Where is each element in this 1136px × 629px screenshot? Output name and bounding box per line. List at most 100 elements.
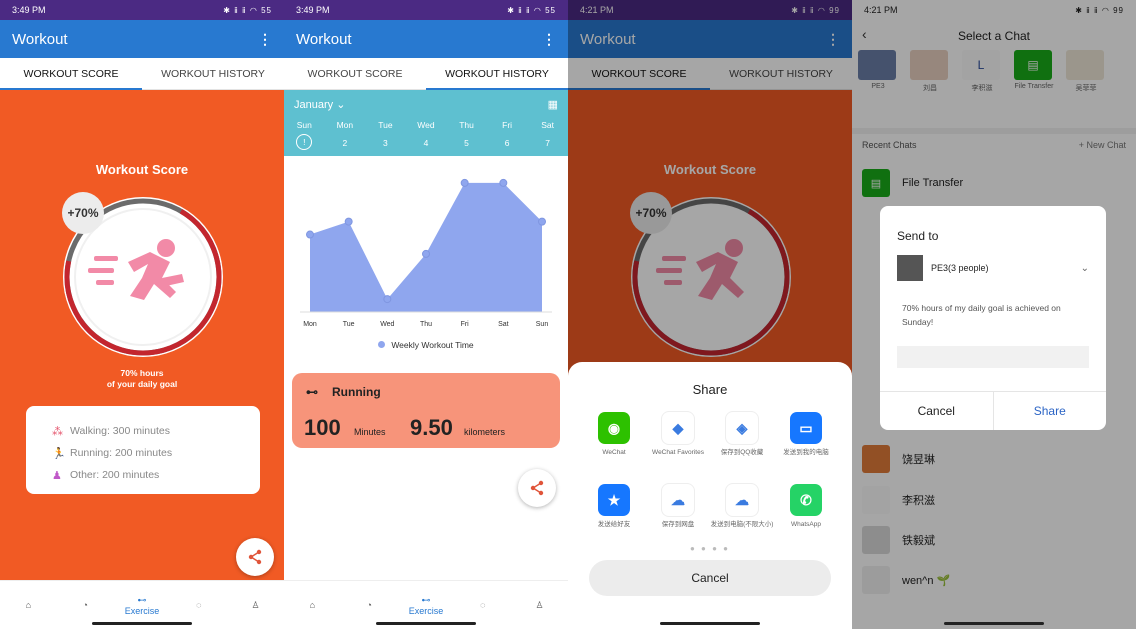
tab-bar: WORKOUT SCORE WORKOUT HISTORY xyxy=(284,58,568,90)
share-message: 70% hours of my daily goal is achieved o… xyxy=(902,303,1061,327)
data-point xyxy=(422,249,430,258)
x-tick-label: Sat xyxy=(498,321,509,328)
share-target-label: 保存到QQ收藏 xyxy=(720,449,764,456)
share-target-label: 发送给好友 xyxy=(597,521,631,528)
nav-profile[interactable]: ♙ xyxy=(227,581,284,629)
share-target[interactable]: ★ 发送给好友 xyxy=(582,484,646,548)
share-target-label: 发送到电脑(不限大小) xyxy=(710,521,774,528)
cancel-button[interactable]: Cancel xyxy=(589,560,831,596)
share-target[interactable]: ▭ 发送到我的电脑 xyxy=(774,412,838,476)
share-target[interactable]: ☁ 发送到电脑(不限大小) xyxy=(710,484,774,548)
activity-card: ⁂ Walking: 300 minutes 🏃 Running: 200 mi… xyxy=(26,406,260,494)
tab-workout-score[interactable]: WORKOUT SCORE xyxy=(0,58,142,90)
data-point xyxy=(460,178,469,187)
stat-other-label: Other: 200 minutes xyxy=(70,469,160,481)
day-sun[interactable]: Sun! xyxy=(287,120,321,150)
share-target[interactable]: ◉ WeChat xyxy=(582,412,646,476)
wechat-favorites-icon: ◆ xyxy=(662,412,694,444)
stat-running: 🏃 Running: 200 minutes xyxy=(52,442,260,464)
screen-workout-history: 3:49 PM ✱ ⅱ ⅱ ◠ 55 Workout ⋮ WORKOUT SCO… xyxy=(284,0,568,629)
run-km-unit: kilometers xyxy=(464,427,506,437)
share-target[interactable]: ◆ WeChat Favorites xyxy=(646,412,710,476)
running-icon: 🏃 xyxy=(52,447,66,460)
data-point xyxy=(306,230,314,239)
nav-profile[interactable]: ♙ xyxy=(511,581,568,629)
send-dialog: Send to PE3(3 people) ⌄ 70% hours of my … xyxy=(880,206,1106,430)
day-name: Tue xyxy=(378,120,393,130)
day-wed[interactable]: Wed 4 xyxy=(409,120,443,150)
dumbbell-icon: ⊷ xyxy=(421,594,431,605)
share-target-label: WeChat xyxy=(602,449,626,456)
recipient-selector[interactable]: PE3(3 people) ⌄ xyxy=(897,254,1089,282)
more-menu-icon[interactable]: ⋮ xyxy=(542,31,556,48)
screen-share-sheet: 4:21 PM ✱ ⅱ ⅱ ◠ 99 Workout ⋮ WORKOUT SCO… xyxy=(568,0,852,629)
data-point xyxy=(499,178,508,187)
day-name: Sat xyxy=(541,120,555,130)
share-sheet: Share ◉ WeChat ◆ WeChat Favorites ◈ 保存到QQ收藏 ▭ 发… xyxy=(568,362,852,629)
pie-chart-icon: ◔ xyxy=(82,600,88,610)
dialog-actions: Cancel Share xyxy=(880,391,1106,430)
page-indicator: ● ● ● ● xyxy=(690,544,730,553)
send-to-pc-icon: ▭ xyxy=(790,412,822,444)
day-mon[interactable]: Mon 2 xyxy=(328,120,362,150)
gesture-bar xyxy=(944,622,1044,625)
share-target-label: WeChat Favorites xyxy=(652,449,704,456)
tab-workout-history[interactable]: WORKOUT HISTORY xyxy=(426,58,568,90)
day-tue[interactable]: Tue 3 xyxy=(368,120,402,150)
tab-workout-history[interactable]: WORKOUT HISTORY xyxy=(142,58,284,89)
chat-icon: ◌ xyxy=(196,600,202,610)
x-tick-label: Sun xyxy=(536,321,549,328)
share-button[interactable] xyxy=(236,538,274,576)
nav-exercise-label: Exercise xyxy=(124,605,160,616)
running-card[interactable]: ⊷ Running 100 Minutes 9.50 kilometers xyxy=(292,373,560,448)
more-menu-icon[interactable]: ⋮ xyxy=(258,31,272,48)
send-to-pc-unlimited-icon: ☁ xyxy=(726,484,758,516)
share-title: Share xyxy=(692,382,728,397)
run-minutes-unit: Minutes xyxy=(354,427,386,437)
chart-legend: Weekly Workout Time xyxy=(284,340,568,350)
day-number: 5 xyxy=(464,138,469,148)
calendar-icon[interactable]: ▦ xyxy=(548,98,558,111)
day-name: Fri xyxy=(502,120,513,130)
share-button[interactable] xyxy=(518,469,556,507)
chevron-down-icon: ⌄ xyxy=(336,99,346,111)
share-confirm-button[interactable]: Share xyxy=(994,392,1107,430)
whatsapp-icon: ✆ xyxy=(790,484,822,516)
nav-home[interactable]: ⌂ xyxy=(284,581,341,629)
week-calendar: January ⌄ ▦ Sun! Mon 2 Tue 3 Wed 4 Thu 5 Fri 6 Sat 7 xyxy=(284,90,568,156)
share-target[interactable]: ✆ WhatsApp xyxy=(774,484,838,548)
person-icon: ♟ xyxy=(52,469,62,482)
day-sat[interactable]: Sat 7 xyxy=(531,120,565,150)
day-number: 7 xyxy=(545,138,551,148)
day-fri[interactable]: Fri 6 xyxy=(490,120,524,150)
share-target[interactable]: ◈ 保存到QQ收藏 xyxy=(710,412,774,476)
data-point xyxy=(538,217,546,226)
share-icon xyxy=(248,549,262,565)
day-number: ! xyxy=(296,134,313,150)
app-bar: Workout ⋮ xyxy=(0,20,284,58)
status-bar: 3:49 PM ✱ ⅱ ⅱ ◠ 55 xyxy=(284,0,568,20)
message-input[interactable] xyxy=(897,346,1089,368)
gesture-bar xyxy=(92,622,192,625)
share-target-label: WhatsApp xyxy=(791,521,821,528)
month-label: January xyxy=(294,99,334,111)
month-selector[interactable]: January ⌄ xyxy=(294,98,345,111)
series-area xyxy=(310,182,542,312)
day-name: Mon xyxy=(336,120,354,130)
avatar xyxy=(897,255,923,281)
day-name: Thu xyxy=(459,120,474,130)
day-name: Wed xyxy=(417,120,435,130)
day-thu[interactable]: Thu 5 xyxy=(450,120,484,150)
nav-home[interactable]: ⌂ xyxy=(0,581,57,629)
cancel-button[interactable]: Cancel xyxy=(880,392,994,430)
share-target-label: 发送到我的电脑 xyxy=(783,449,829,456)
weekly-workout-chart: Mon Tue Wed Thu Fri Sat Sun xyxy=(300,178,552,328)
goal-line-2: of your daily goal xyxy=(106,379,178,389)
status-icons: ✱ ⅱ ⅱ ◠ 55 xyxy=(507,5,556,15)
share-target[interactable]: ☁ 保存到网盘 xyxy=(646,484,710,548)
running-title: Running xyxy=(332,385,381,399)
app-bar: Workout ⋮ xyxy=(284,20,568,58)
tab-workout-score[interactable]: WORKOUT SCORE xyxy=(284,58,426,89)
dumbbell-icon: ⊷ xyxy=(137,594,147,605)
chat-icon: ◌ xyxy=(480,600,486,610)
